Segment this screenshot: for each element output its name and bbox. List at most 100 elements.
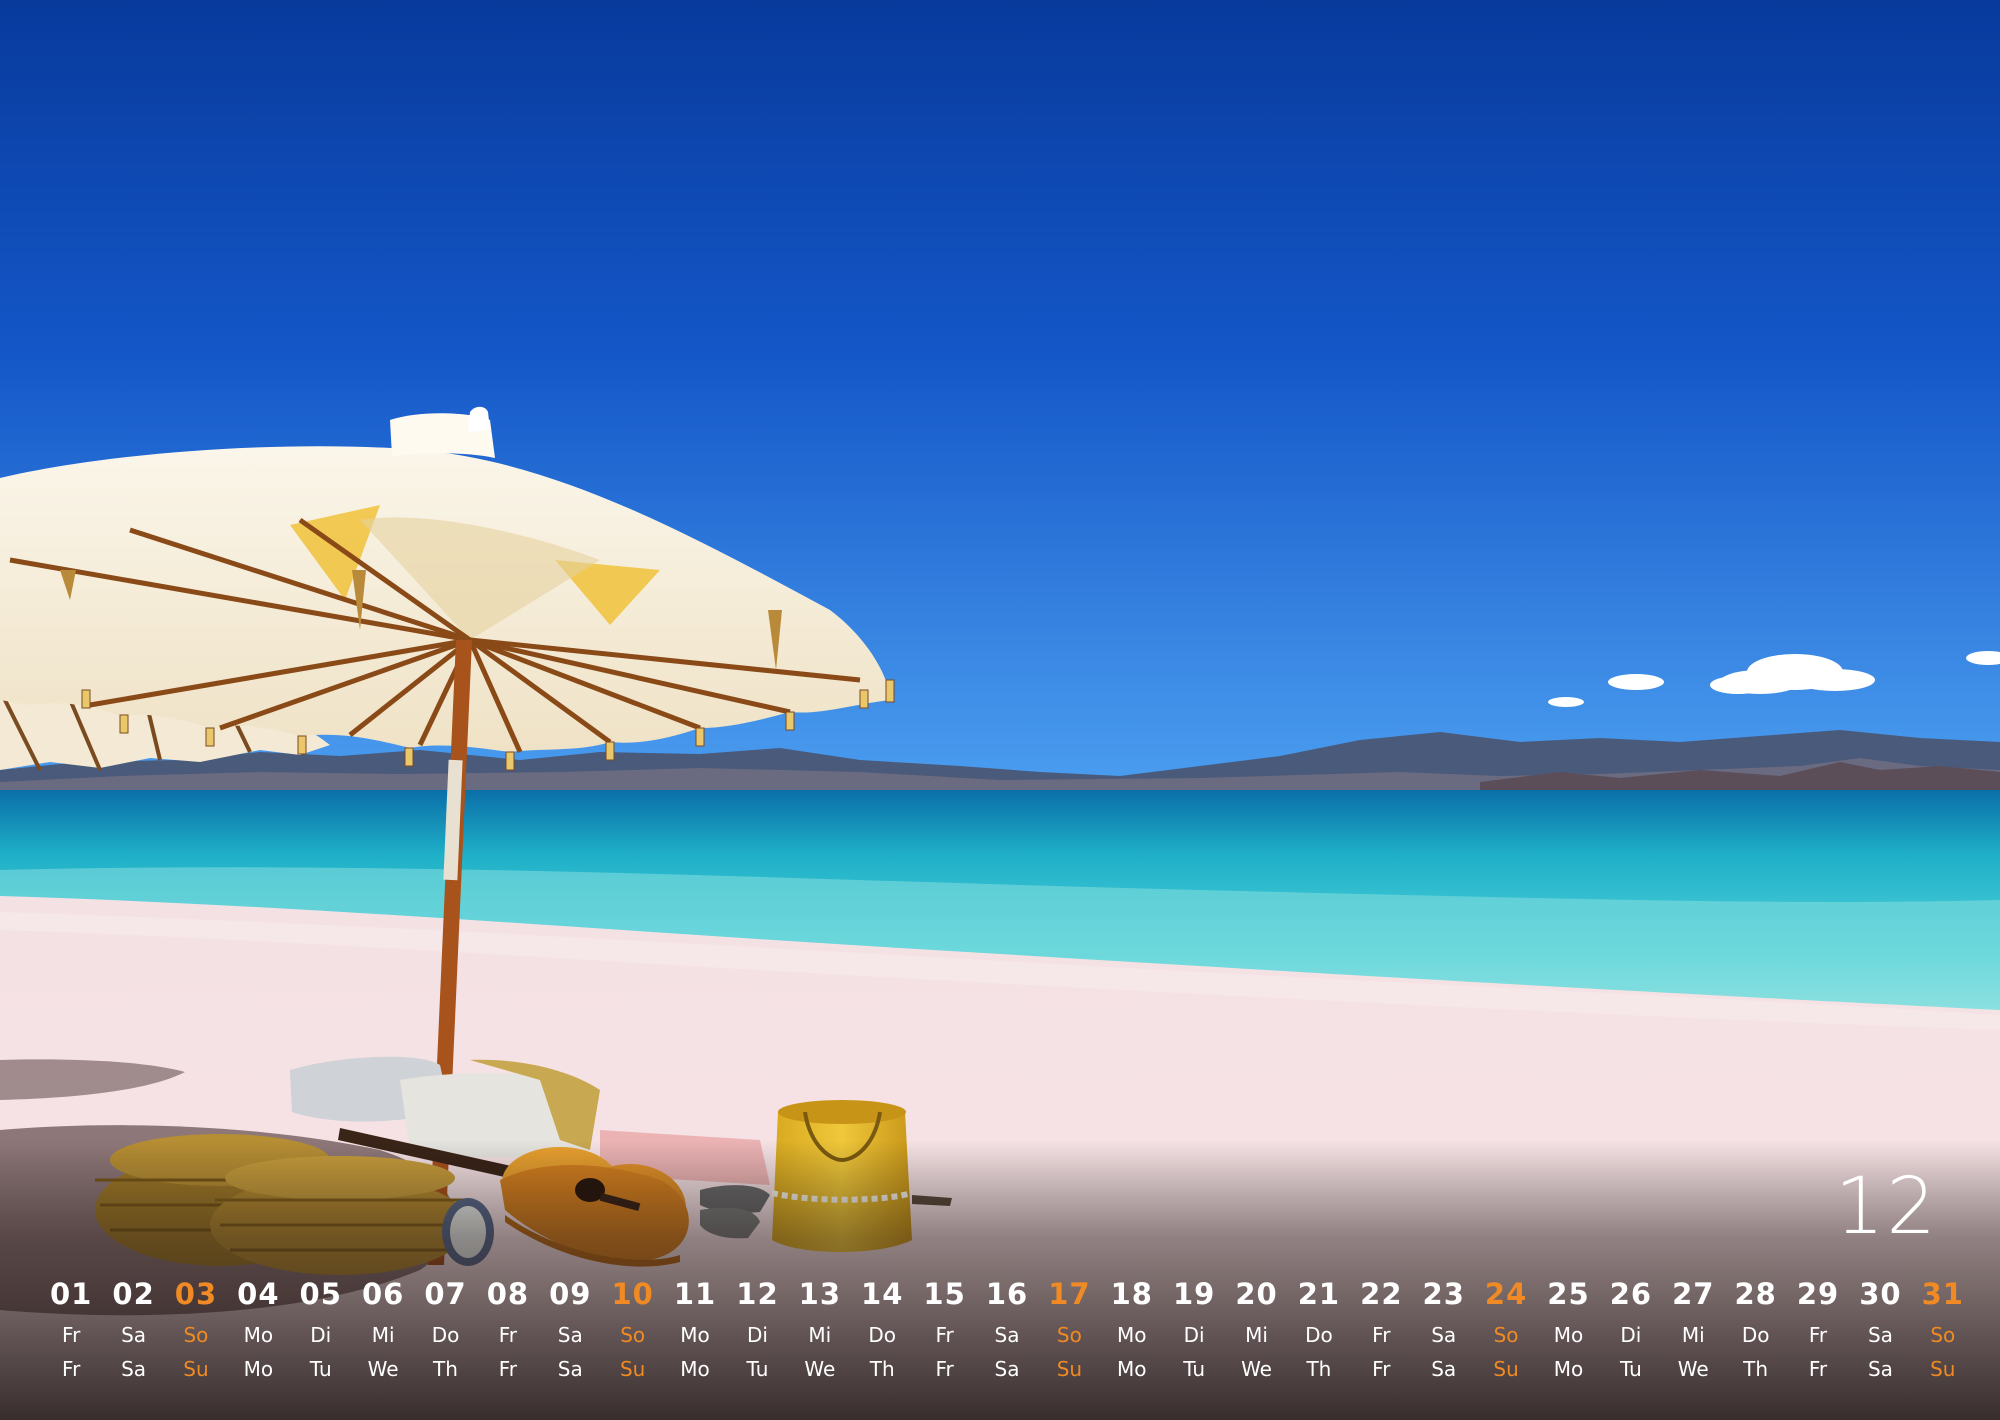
day-number: 19 <box>1172 1277 1216 1311</box>
day-number: 08 <box>486 1277 530 1311</box>
day-number: 06 <box>361 1277 405 1311</box>
calendar-day: 15 Fr Fr <box>913 1272 975 1386</box>
weekday-german: Sa <box>994 1323 1020 1347</box>
weekday-german: Fr <box>935 1323 954 1347</box>
weekday-english: Su <box>1056 1357 1083 1381</box>
weekday-english: Fr <box>1808 1357 1828 1381</box>
calendar-day: 08 Fr Fr <box>477 1272 539 1386</box>
calendar-day: 22 Fr Fr <box>1350 1272 1412 1386</box>
calendar-day: 05 Di Tu <box>290 1272 352 1386</box>
weekday-german: Do <box>431 1323 460 1347</box>
weekday-german: So <box>1930 1323 1956 1347</box>
weekday-english: Tu <box>1183 1357 1206 1381</box>
weekday-english: Su <box>619 1357 646 1381</box>
weekday-english: We <box>804 1357 836 1381</box>
calendar-day: 26 Di Tu <box>1600 1272 1662 1386</box>
calendar-day: 23 Sa Sa <box>1413 1272 1475 1386</box>
weekday-german: Di <box>310 1323 332 1347</box>
weekday-german: Mi <box>371 1323 395 1347</box>
weekday-german: Sa <box>557 1323 583 1347</box>
beach-photo <box>0 0 2000 1420</box>
day-number: 29 <box>1796 1277 1840 1311</box>
day-number: 18 <box>1110 1277 1153 1311</box>
day-number: 14 <box>861 1277 904 1311</box>
weekday-german: Fr <box>62 1323 81 1347</box>
day-number: 13 <box>798 1277 842 1311</box>
calendar-day: 12 Di Tu <box>726 1272 788 1386</box>
weekday-english: Sa <box>557 1357 583 1381</box>
day-number: 24 <box>1484 1277 1528 1311</box>
weekday-english: Fr <box>1372 1357 1391 1381</box>
calendar-day: 18 Mo Mo <box>1101 1272 1163 1386</box>
weekday-german: Mi <box>808 1323 832 1347</box>
weekday-english: Th <box>869 1357 895 1381</box>
weekday-german: Sa <box>1867 1323 1893 1347</box>
weekday-english: Sa <box>994 1357 1020 1381</box>
day-number: 23 <box>1422 1277 1465 1311</box>
weekday-english: Sa <box>1431 1357 1457 1381</box>
day-number: 04 <box>237 1277 280 1311</box>
month-number: 12 <box>1834 1162 1938 1252</box>
weekday-english: Th <box>1743 1357 1769 1381</box>
day-number: 25 <box>1547 1277 1590 1311</box>
calendar-day: 09 Sa Sa <box>539 1272 601 1386</box>
weekday-english: Fr <box>62 1357 81 1381</box>
calendar-page: 12 01 Fr Fr 02 Sa Sa 03 So Su 04 Mo Mo 05 Di Tu 06 Mi We 0… <box>0 0 2000 1420</box>
calendar-day: 14 Do Th <box>851 1272 913 1386</box>
weekday-english: Mo <box>680 1357 710 1381</box>
calendar-day: 04 Mo Mo <box>227 1272 289 1386</box>
weekday-german: Mi <box>1681 1323 1705 1347</box>
day-number: 05 <box>299 1277 342 1311</box>
calendar-day: 03 So Su <box>165 1272 227 1386</box>
weekday-german: Fr <box>1808 1323 1828 1347</box>
calendar-strip: 01 Fr Fr 02 Sa Sa 03 So Su 04 Mo Mo 05 Di Tu 06 Mi We 07 Do… <box>40 1272 1974 1386</box>
weekday-german: So <box>620 1323 646 1347</box>
weekday-german: Fr <box>1372 1323 1391 1347</box>
day-number: 02 <box>112 1277 155 1311</box>
weekday-german: Fr <box>498 1323 518 1347</box>
day-number: 31 <box>1921 1277 1964 1311</box>
weekday-english: Mo <box>243 1357 274 1381</box>
weekday-english: Su <box>183 1357 209 1381</box>
day-number: 22 <box>1360 1277 1403 1311</box>
day-number: 01 <box>50 1277 93 1311</box>
calendar-day: 02 Sa Sa <box>102 1272 164 1386</box>
weekday-english: Mo <box>1553 1357 1584 1381</box>
weekday-english: Sa <box>1867 1357 1893 1381</box>
weekday-english: We <box>367 1357 399 1381</box>
day-number: 11 <box>673 1277 717 1311</box>
calendar-day: 30 Sa Sa <box>1849 1272 1911 1386</box>
calendar-day: 27 Mi We <box>1662 1272 1724 1386</box>
weekday-german: Sa <box>121 1323 147 1347</box>
day-number: 03 <box>174 1277 218 1311</box>
weekday-english: Su <box>1930 1357 1956 1381</box>
calendar-day: 19 Di Tu <box>1163 1272 1225 1386</box>
weekday-english: Mo <box>1117 1357 1147 1381</box>
calendar-day: 29 Fr Fr <box>1787 1272 1849 1386</box>
calendar-day: 07 Do Th <box>414 1272 476 1386</box>
weekday-german: Do <box>868 1323 897 1347</box>
weekday-english: Sa <box>121 1357 147 1381</box>
calendar-day: 21 Do Th <box>1288 1272 1350 1386</box>
calendar-day: 01 Fr Fr <box>40 1272 102 1386</box>
day-number: 16 <box>985 1277 1029 1311</box>
weekday-german: Mo <box>680 1323 710 1347</box>
calendar-day: 28 Do Th <box>1724 1272 1786 1386</box>
weekday-german: Mo <box>243 1323 274 1347</box>
calendar-day: 17 So Su <box>1038 1272 1100 1386</box>
calendar-day: 24 So Su <box>1475 1272 1537 1386</box>
weekday-german: Di <box>1620 1323 1642 1347</box>
day-number: 09 <box>549 1277 592 1311</box>
weekday-english: Th <box>1306 1357 1332 1381</box>
calendar-day: 11 Mo Mo <box>664 1272 726 1386</box>
day-number: 10 <box>611 1277 654 1311</box>
weekday-english: Th <box>433 1357 458 1381</box>
weekday-german: Do <box>1305 1323 1333 1347</box>
weekday-english: Tu <box>746 1357 769 1381</box>
weekday-german: Mo <box>1117 1323 1147 1347</box>
calendar-day: 10 So Su <box>601 1272 663 1386</box>
day-number: 07 <box>424 1277 467 1311</box>
calendar-day: 13 Mi We <box>789 1272 851 1386</box>
weekday-german: Do <box>1741 1323 1770 1347</box>
weekday-german: Mi <box>1245 1323 1268 1347</box>
